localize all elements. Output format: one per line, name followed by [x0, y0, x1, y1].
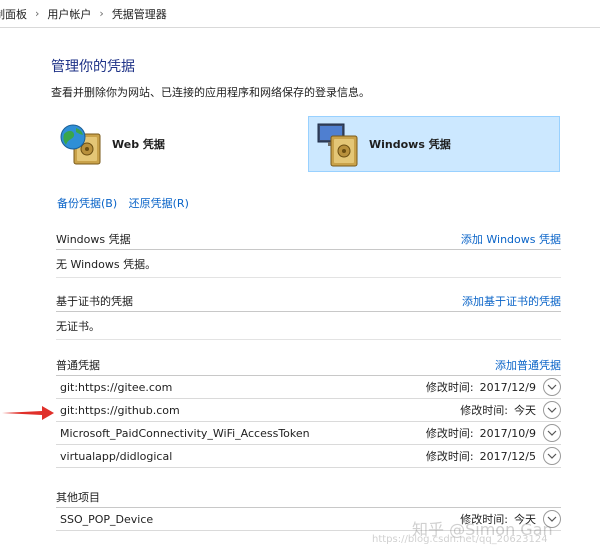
backup-restore-links: 备份凭据(B) 还原凭据(R) [57, 195, 189, 211]
modified-label: 修改时间: [425, 427, 474, 440]
credential-name: virtualapp/didlogical [60, 449, 173, 463]
windows-credentials-section: Windows 凭据 添加 Windows 凭据 无 Windows 凭据。 [56, 228, 561, 278]
web-credentials-icon [58, 120, 106, 168]
credential-name: git:https://gitee.com [60, 380, 173, 394]
expand-chevron-icon[interactable] [543, 447, 561, 465]
breadcrumb-control-panel[interactable]: 制面板 [0, 6, 27, 22]
page-title: 管理你的凭据 [51, 59, 135, 75]
annotation-arrow-icon [2, 406, 54, 420]
backup-credentials-link[interactable]: 备份凭据(B) [57, 197, 117, 210]
certificate-credentials-header: 基于证书的凭据 添加基于证书的凭据 [56, 290, 561, 312]
credential-row[interactable]: Microsoft_PaidConnectivity_WiFi_AccessTo… [56, 422, 561, 445]
windows-credentials-icon [315, 120, 363, 168]
windows-credentials-label: Windows 凭据 [369, 138, 451, 151]
credential-name: SSO_POP_Device [60, 512, 154, 526]
breadcrumb-chevron-icon: › [35, 7, 40, 20]
credential-meta: 修改时间: 2017/12/9 [426, 378, 561, 396]
restore-credentials-link[interactable]: 还原凭据(R) [129, 197, 189, 210]
web-credentials-tile[interactable]: Web 凭据 [54, 116, 294, 172]
empty-message: 无 Windows 凭据。 [56, 250, 561, 278]
generic-credentials-header: 普通凭据 添加普通凭据 [56, 354, 561, 376]
add-windows-credential-link[interactable]: 添加 Windows 凭据 [461, 231, 561, 247]
credential-meta: 修改时间: 今天 [460, 401, 561, 419]
web-credentials-label: Web 凭据 [112, 138, 165, 151]
modified-label: 修改时间: [425, 450, 474, 463]
section-title: Windows 凭据 [56, 232, 131, 246]
breadcrumb-user-accounts[interactable]: 用户帐户 [47, 6, 91, 22]
modified-label: 修改时间: [460, 404, 508, 417]
windows-credentials-header: Windows 凭据 添加 Windows 凭据 [56, 228, 561, 250]
windows-credentials-tile[interactable]: Windows 凭据 [308, 116, 560, 172]
expand-chevron-icon[interactable] [543, 401, 561, 419]
other-items-header: 其他项目 [56, 486, 561, 508]
modified-time: 2017/10/9 [479, 426, 536, 440]
modified-time: 2017/12/9 [479, 380, 536, 394]
watermark-url: https://blog.csdn.net/qq_20623124 [372, 534, 548, 545]
modified-label: 修改时间: [425, 381, 474, 394]
add-generic-credential-link[interactable]: 添加普通凭据 [495, 357, 561, 373]
credential-meta: 修改时间: 2017/10/9 [426, 424, 561, 442]
credential-meta: 修改时间: 2017/12/5 [426, 447, 561, 465]
add-certificate-credential-link[interactable]: 添加基于证书的凭据 [462, 293, 561, 309]
breadcrumb: 制面板 › 用户帐户 › 凭据管理器 [0, 0, 600, 28]
section-title: 基于证书的凭据 [56, 294, 133, 308]
modified-time: 2017/12/5 [479, 449, 536, 463]
breadcrumb-chevron-icon: › [99, 7, 104, 20]
credential-row[interactable]: git:https://github.com 修改时间: 今天 [56, 399, 561, 422]
expand-chevron-icon[interactable] [543, 378, 561, 396]
generic-credentials-section: 普通凭据 添加普通凭据 git:https://gitee.com 修改时间: … [56, 354, 561, 468]
credential-row[interactable]: git:https://gitee.com 修改时间: 2017/12/9 [56, 376, 561, 399]
credential-row[interactable]: virtualapp/didlogical 修改时间: 2017/12/5 [56, 445, 561, 468]
modified-time: 今天 [514, 404, 536, 417]
page-description: 查看并删除你为网站、已连接的应用程序和网络保存的登录信息。 [51, 86, 370, 99]
breadcrumb-credential-manager[interactable]: 凭据管理器 [112, 6, 167, 22]
credential-name: Microsoft_PaidConnectivity_WiFi_AccessTo… [60, 426, 310, 440]
section-title: 普通凭据 [56, 358, 100, 372]
expand-chevron-icon[interactable] [543, 424, 561, 442]
section-title: 其他项目 [56, 490, 100, 504]
empty-message: 无证书。 [56, 312, 561, 340]
credential-name: git:https://github.com [60, 403, 180, 417]
certificate-credentials-section: 基于证书的凭据 添加基于证书的凭据 无证书。 [56, 290, 561, 340]
